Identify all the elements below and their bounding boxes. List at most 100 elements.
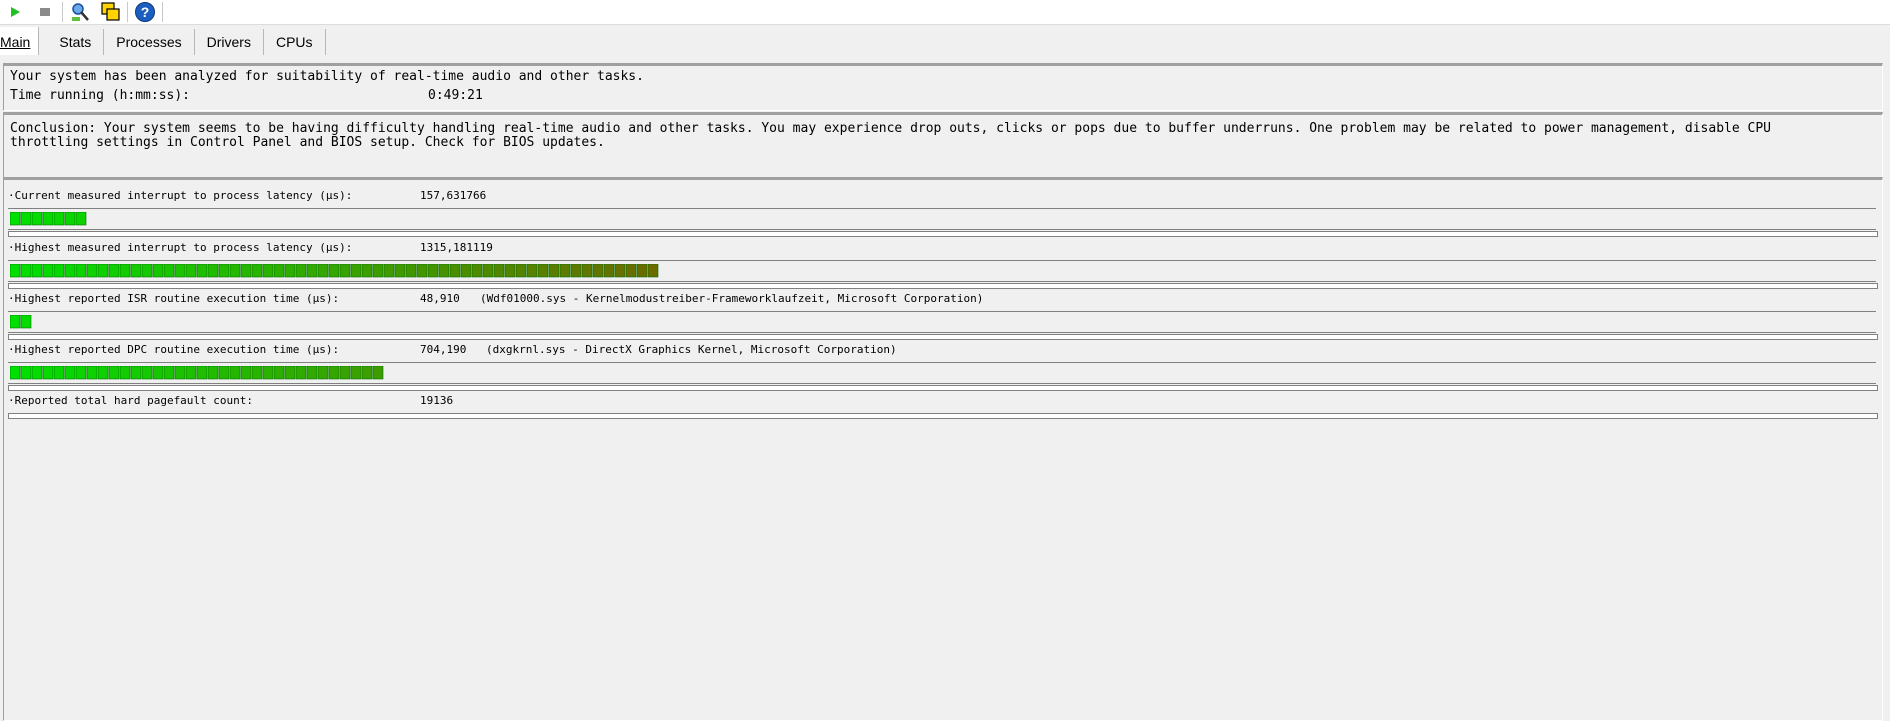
- bar-segment: [625, 264, 637, 278]
- bar-segment: [636, 264, 648, 278]
- bar-segment: [460, 264, 472, 278]
- bar-segment: [53, 366, 65, 380]
- bar-segment: [284, 366, 296, 380]
- bar-segment: [350, 366, 362, 380]
- bar-segment: [119, 264, 131, 278]
- bar-segment: [427, 264, 439, 278]
- bar-segment: [86, 264, 98, 278]
- bar-segment: [361, 264, 373, 278]
- bar-segment: [141, 366, 153, 380]
- bar-segment: [207, 366, 219, 380]
- metric-value-current-latency: 157,631766: [420, 189, 487, 202]
- help-icon: ?: [135, 2, 155, 22]
- bar-segment: [372, 366, 384, 380]
- bar-segment: [10, 264, 21, 278]
- bar-segment: [86, 366, 98, 380]
- bar-segment: [449, 264, 461, 278]
- bar-segment: [328, 366, 340, 380]
- window-button[interactable]: [95, 0, 125, 24]
- bar-segment: [581, 264, 593, 278]
- metric-label-highest-latency: ·Highest measured interrupt to process l…: [8, 241, 353, 254]
- bar-segment: [438, 264, 450, 278]
- bar-segment: [482, 264, 494, 278]
- bar-segment: [405, 264, 417, 278]
- tab-drivers[interactable]: Drivers: [195, 29, 264, 55]
- bar-segment: [163, 366, 175, 380]
- bar-segment: [31, 212, 43, 226]
- separator-strip: [8, 385, 1878, 391]
- tab-stats[interactable]: Stats: [47, 29, 105, 55]
- toolbar-separator: [62, 2, 63, 22]
- time-running-value: 0:49:21: [428, 88, 483, 103]
- bar-segment: [10, 315, 21, 329]
- bar-segment: [306, 264, 318, 278]
- bar-segment: [262, 366, 274, 380]
- bar-segment: [306, 366, 318, 380]
- bar-segment: [240, 264, 252, 278]
- bar-segment: [361, 366, 373, 380]
- bar-segment: [31, 264, 43, 278]
- bar-segment: [383, 264, 395, 278]
- latency-bar-highest: [10, 264, 659, 278]
- bar-segment: [394, 264, 406, 278]
- bar-segment: [196, 264, 208, 278]
- metric-value-dpc-time: 704,190: [420, 343, 467, 356]
- bar-segment: [603, 264, 615, 278]
- bar-segment: [273, 366, 285, 380]
- help-button[interactable]: ?: [130, 0, 160, 24]
- tab-bar: Main Stats Processes Drivers CPUs: [0, 25, 1890, 55]
- bar-segment: [229, 264, 241, 278]
- conclusion-text: Conclusion: Your system seems to be havi…: [10, 121, 1771, 150]
- metric-value-pagefault-count: 19136: [420, 394, 454, 407]
- bar-segment: [42, 264, 54, 278]
- bar-segment: [504, 264, 516, 278]
- bar-segment: [75, 264, 87, 278]
- conclusion-panel: Conclusion: Your system seems to be havi…: [3, 112, 1883, 178]
- bar-segment: [130, 264, 142, 278]
- dpc-bar: [10, 366, 384, 380]
- toolbar-separator: [127, 2, 128, 22]
- metric-value-isr-time: 48,910: [420, 292, 460, 305]
- tab-processes[interactable]: Processes: [104, 29, 195, 55]
- bar-segment: [174, 366, 186, 380]
- bar-segment: [10, 366, 21, 380]
- play-button[interactable]: [0, 0, 30, 24]
- bar-segment: [64, 264, 76, 278]
- metrics-panel: ·Current measured interrupt to process l…: [3, 177, 1883, 721]
- tab-main[interactable]: Main: [0, 27, 40, 55]
- bar-segment: [75, 366, 87, 380]
- bar-segment: [53, 212, 65, 226]
- bar-segment: [75, 212, 87, 226]
- bar-segment: [295, 264, 307, 278]
- stop-button[interactable]: [30, 0, 60, 24]
- bar-segment: [97, 264, 109, 278]
- stop-icon: [40, 8, 50, 16]
- bar-segment: [262, 264, 274, 278]
- bar-segment: [284, 264, 296, 278]
- bar-track-current-latency: [8, 208, 1876, 230]
- bar-segment: [108, 366, 120, 380]
- bar-segment: [152, 366, 164, 380]
- bar-segment: [42, 366, 54, 380]
- bar-segment: [339, 264, 351, 278]
- analyze-button[interactable]: [65, 0, 95, 24]
- isr-bar: [10, 315, 32, 329]
- bar-segment: [273, 264, 285, 278]
- bar-segment: [196, 366, 208, 380]
- bar-segment: [339, 366, 351, 380]
- tab-cpus[interactable]: CPUs: [264, 29, 326, 55]
- metric-detail-isr-driver: (Wdf01000.sys - Kernelmodustreiber-Frame…: [480, 292, 984, 305]
- separator-strip: [8, 283, 1878, 289]
- window-icon: [101, 2, 120, 21]
- bar-segment: [548, 264, 560, 278]
- bar-segment: [97, 366, 109, 380]
- toolbar: ?: [0, 0, 1890, 25]
- bar-segment: [240, 366, 252, 380]
- bar-segment: [559, 264, 571, 278]
- bar-segment: [229, 366, 241, 380]
- bar-segment: [20, 264, 32, 278]
- bar-segment: [317, 264, 329, 278]
- bar-track-dpc-time: [8, 362, 1876, 384]
- bar-track-isr-time: [8, 311, 1876, 333]
- bar-segment: [108, 264, 120, 278]
